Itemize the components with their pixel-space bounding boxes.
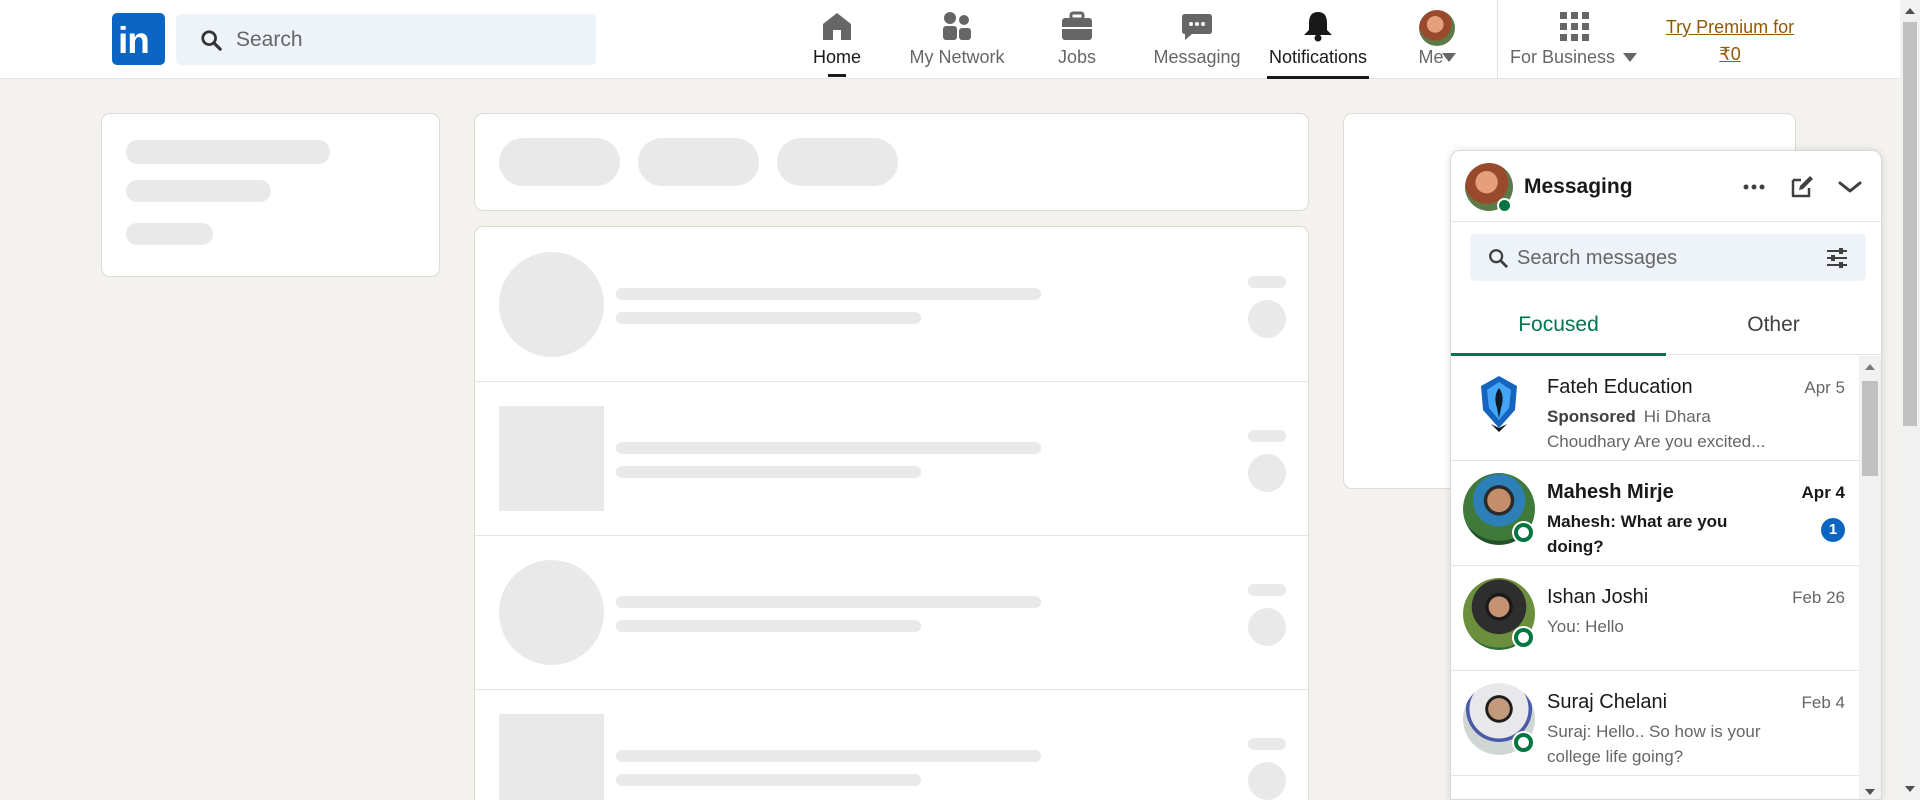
conversation-item[interactable]: Mahesh Mirje Apr 4 Mahesh: What are you … bbox=[1451, 461, 1861, 566]
nav-divider bbox=[1497, 0, 1498, 79]
bell-icon bbox=[1304, 12, 1332, 42]
conversation-preview: You: Hello bbox=[1547, 617, 1624, 636]
tab-other-label: Other bbox=[1747, 313, 1800, 336]
conversation-name: Fateh Education bbox=[1547, 376, 1693, 398]
conversation-date: Apr 4 bbox=[1801, 483, 1845, 502]
search-icon bbox=[201, 30, 222, 51]
tab-focused-label: Focused bbox=[1518, 313, 1599, 336]
search-messages-input[interactable]: Search messages bbox=[1470, 234, 1866, 281]
conversation-preview: Suraj: Hello.. So how is your college li… bbox=[1547, 722, 1761, 766]
online-indicator bbox=[1514, 523, 1533, 542]
sponsored-label: Sponsored bbox=[1547, 407, 1636, 426]
fateh-education-logo bbox=[1481, 376, 1517, 432]
try-premium-link[interactable]: Try Premium for ₹0 bbox=[1655, 14, 1805, 68]
briefcase-icon bbox=[1062, 11, 1092, 40]
nav-messaging-label: Messaging bbox=[1153, 47, 1241, 67]
unread-count-badge: 1 bbox=[1821, 518, 1845, 542]
conversation-date: Feb 26 bbox=[1792, 588, 1845, 607]
nav-me[interactable]: Me bbox=[1397, 0, 1477, 79]
nav-home-label: Home bbox=[812, 47, 861, 67]
conversation-preview: Sponsored Hi Dhara Choudhary Are you exci… bbox=[1547, 404, 1787, 454]
messaging-title: Messaging bbox=[1524, 175, 1633, 198]
linkedin-logo[interactable]: in bbox=[112, 13, 165, 65]
active-indicator bbox=[828, 74, 846, 77]
chat-icon bbox=[1182, 14, 1212, 40]
messaging-tabs: Focused Other bbox=[1451, 295, 1881, 356]
conversation-date: Apr 5 bbox=[1804, 378, 1845, 397]
conversation-item[interactable]: Suraj Chelani Feb 4 Suraj: Hello.. So ho… bbox=[1451, 671, 1861, 776]
collapse-chevron-icon[interactable] bbox=[1834, 171, 1866, 203]
home-icon bbox=[823, 13, 851, 40]
nav-jobs-label: Jobs bbox=[1057, 47, 1097, 67]
nav-notifications-label: Notifications bbox=[1268, 47, 1368, 67]
scroll-down-arrow-icon[interactable] bbox=[1859, 785, 1881, 799]
filter-icon[interactable] bbox=[1825, 246, 1849, 270]
premium-line2: ₹0 bbox=[1719, 44, 1741, 64]
nav-jobs[interactable]: Jobs bbox=[1037, 0, 1117, 79]
scrollbar-thumb[interactable] bbox=[1903, 22, 1917, 426]
share-box-skeleton bbox=[474, 113, 1309, 211]
conversation-preview: Mahesh: What are you doing? bbox=[1547, 512, 1728, 556]
nav-home[interactable]: Home bbox=[797, 0, 877, 79]
nav-notifications[interactable]: Notifications bbox=[1267, 0, 1369, 79]
conversation-date: Feb 4 bbox=[1801, 693, 1845, 712]
nav-messaging[interactable]: Messaging bbox=[1137, 0, 1257, 79]
online-indicator bbox=[1514, 733, 1533, 752]
search-placeholder: Search bbox=[236, 28, 303, 51]
nav-for-business-label: For Business bbox=[1509, 47, 1616, 67]
scroll-down-arrow-icon[interactable] bbox=[1900, 781, 1920, 797]
active-underline bbox=[1267, 76, 1369, 79]
global-search-input[interactable]: Search bbox=[176, 14, 596, 65]
people-icon bbox=[943, 12, 971, 40]
scrollbar-thumb[interactable] bbox=[1862, 381, 1878, 476]
conversation-name: Ishan Joshi bbox=[1547, 586, 1649, 608]
conversation-item[interactable]: Ishan Joshi Feb 26 You: Hello bbox=[1451, 566, 1861, 671]
search-messages-placeholder: Search messages bbox=[1517, 247, 1678, 269]
avatar bbox=[1419, 10, 1455, 46]
compose-icon[interactable] bbox=[1786, 171, 1818, 203]
tab-other[interactable]: Other bbox=[1666, 295, 1881, 355]
conversation-name: Suraj Chelani bbox=[1547, 691, 1668, 713]
global-nav: in Search Home My Network Jobs Messaging… bbox=[0, 0, 1900, 79]
grid-icon bbox=[1560, 12, 1589, 41]
nav-my-network[interactable]: My Network bbox=[897, 0, 1017, 79]
page-scrollbar[interactable] bbox=[1900, 0, 1920, 800]
caret-down-icon bbox=[1442, 53, 1456, 62]
feed-skeleton bbox=[474, 226, 1309, 800]
caret-down-icon bbox=[1623, 53, 1637, 62]
online-indicator bbox=[1514, 628, 1533, 647]
search-icon bbox=[1489, 249, 1508, 268]
scroll-up-arrow-icon[interactable] bbox=[1859, 360, 1881, 374]
scroll-up-arrow-icon[interactable] bbox=[1900, 3, 1920, 19]
online-indicator bbox=[1497, 198, 1512, 213]
tab-focused[interactable]: Focused bbox=[1451, 295, 1666, 356]
conversation-item[interactable]: Fateh Education Apr 5 Sponsored Hi Dhara … bbox=[1451, 356, 1861, 461]
logo-text: in bbox=[118, 20, 150, 61]
profile-card-skeleton bbox=[101, 113, 440, 277]
nav-me-label: Me bbox=[1418, 47, 1444, 67]
conversation-name: Mahesh Mirje bbox=[1547, 481, 1674, 503]
messaging-scrollbar[interactable] bbox=[1859, 356, 1881, 799]
more-options-icon[interactable] bbox=[1738, 171, 1770, 203]
messaging-overlay: Messaging Search messages Focused Other … bbox=[1450, 150, 1882, 800]
messaging-header[interactable]: Messaging bbox=[1451, 151, 1881, 222]
premium-line1: Try Premium for bbox=[1665, 17, 1795, 37]
nav-for-business[interactable]: For Business bbox=[1510, 0, 1637, 79]
nav-my-network-label: My Network bbox=[909, 47, 1005, 67]
